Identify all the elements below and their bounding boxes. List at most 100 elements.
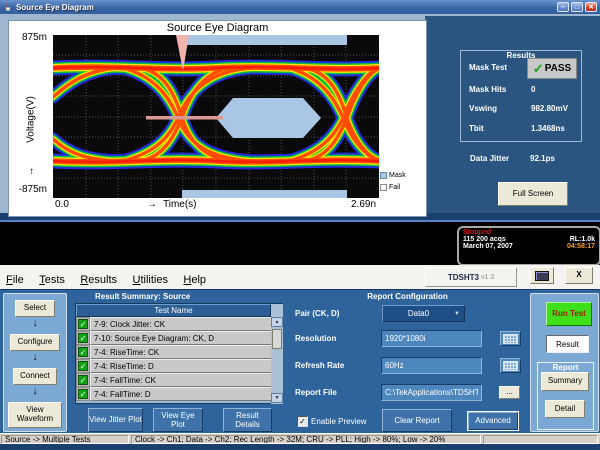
java-app-icon [3, 2, 13, 12]
table-row[interactable]: ✓ 7-10: Source Eye Diagram: CK, D [76, 331, 272, 345]
check-icon: ✓ [78, 375, 88, 385]
plot-window-titlebar[interactable]: Source Eye Diagram – □ ✕ [0, 0, 600, 14]
x-axis-title: Time(s) [163, 199, 197, 210]
menu-file[interactable]: File [6, 274, 24, 286]
test-name-column-header: Test Name [76, 304, 271, 317]
row-pass-checkbox: ✓ [76, 373, 90, 387]
x-axis-direction-icon: → [147, 199, 157, 210]
result-button[interactable]: Result [546, 335, 589, 353]
refresh-rate-keypad-button[interactable] [500, 358, 521, 373]
window-switch-button[interactable] [530, 267, 554, 284]
mask-legend-label: Mask [389, 172, 406, 179]
vswing-value: 982.80mV [531, 104, 568, 113]
scroll-up-icon[interactable]: ▲ [271, 317, 283, 327]
table-row[interactable]: ✓ 7-4: FallTime: D [76, 387, 272, 401]
test-name-cell: 7-10: Source Eye Diagram: CK, D [90, 331, 272, 345]
table-row[interactable]: ✓ 7-4: RiseTime: D [76, 359, 272, 373]
legend-fail-item: Fail [380, 184, 400, 191]
configure-button[interactable]: Configure [10, 334, 60, 351]
status-configuration: Clock -> Ch1; Data -> Ch2; Rec Length ->… [131, 435, 481, 444]
summary-button[interactable]: Summary [541, 372, 589, 391]
status-spare-section [483, 435, 598, 444]
result-summary-table: Test Name ✓ 7-9: Clock Jitter: CK ✓ 7-10… [75, 303, 283, 404]
scrollbar-thumb[interactable] [272, 329, 282, 349]
tbit-label: Tbit [469, 124, 484, 133]
advanced-button[interactable]: Advanced [468, 412, 518, 430]
mask-test-label: Mask Test [469, 63, 507, 72]
window-switch-icon [535, 271, 549, 281]
result-summary-title: Result Summary: Source [95, 292, 190, 301]
chevron-down-icon: ▼ [454, 311, 460, 317]
pass-check-icon: ✓ [533, 61, 544, 77]
workflow-panel: Select ↓ Configure ↓ Connect ↓ View Wave… [3, 293, 67, 432]
app-version: v1.3 [481, 274, 494, 281]
close-icon[interactable]: ✕ [585, 2, 597, 12]
status-selection: Source -> Multiple Tests [1, 435, 129, 444]
menu-results[interactable]: Results [80, 274, 117, 286]
resolution-input[interactable] [381, 330, 482, 347]
x-axis-min-label: 0.0 [55, 199, 69, 210]
flow-arrow-icon: ↓ [29, 319, 41, 329]
view-waveform-button[interactable]: View Waveform [8, 402, 62, 428]
report-file-input[interactable] [381, 384, 482, 401]
report-config-title: Report Configuration [300, 292, 515, 301]
resolution-keypad-button[interactable] [500, 331, 521, 346]
clear-report-button[interactable]: Clear Report [382, 409, 452, 432]
x-axis-max-label: 2.69n [351, 199, 376, 210]
mask-test-pass-badge: ✓ PASS [527, 58, 577, 79]
acquisition-time: 04:58:17 [567, 243, 595, 250]
test-name-cell: 7-9: Clock Jitter: CK [90, 317, 272, 331]
eye-diagram-canvas [53, 35, 379, 198]
results-groupbox: Results Mask Test ✓ PASS Mask Hits 0 Vsw… [460, 50, 582, 142]
enable-preview-checkbox[interactable]: ✓ [297, 416, 308, 427]
acquisition-status: Stopped [463, 229, 595, 236]
tbit-value: 1.3468ns [531, 124, 565, 133]
connect-button[interactable]: Connect [13, 368, 57, 385]
result-details-button[interactable]: Result Details [223, 408, 272, 432]
acquisition-date: March 07, 2007 [463, 243, 513, 250]
keypad-icon [503, 361, 518, 371]
table-row[interactable]: ✓ 7-4: RiseTime: CK [76, 345, 272, 359]
app-close-button[interactable]: X [565, 267, 593, 284]
pair-dropdown-value: Data0 [383, 309, 454, 318]
test-name-cell: 7-4: RiseTime: D [90, 359, 272, 373]
record-length: RL:1.0k [570, 236, 595, 243]
mask-legend-swatch [380, 172, 387, 179]
tdsht3-application: Source Eye Diagram – □ ✕ Source Eye Diag… [0, 0, 600, 450]
minimize-icon[interactable]: – [557, 2, 569, 12]
check-icon: ✓ [78, 389, 88, 399]
table-scrollbar[interactable]: ▲ ▼ [271, 304, 283, 404]
refresh-rate-input[interactable] [381, 357, 482, 374]
vswing-label: Vswing [469, 104, 497, 113]
select-button[interactable]: Select [15, 300, 55, 317]
window-title: Source Eye Diagram [16, 3, 94, 12]
view-eye-plot-button[interactable]: View Eye Plot [153, 408, 203, 432]
refresh-rate-label: Refresh Rate [295, 361, 344, 370]
test-name-cell: 7-4: FallTime: CK [90, 373, 272, 387]
menu-bar: File Tests Results Utilities Help TDSHT3… [0, 265, 600, 290]
flow-arrow-icon: ↓ [29, 353, 41, 363]
table-row[interactable]: ✓ 7-4: FallTime: CK [76, 373, 272, 387]
maximize-icon[interactable]: □ [571, 2, 583, 12]
pair-dropdown[interactable]: Data0 ▼ [382, 305, 465, 322]
table-row[interactable]: ✓ 7-9: Clock Jitter: CK [76, 317, 272, 331]
full-screen-button[interactable]: Full Screen [498, 182, 568, 206]
actions-panel: Run Test Result Report Summary Detail [530, 293, 599, 432]
scroll-down-icon[interactable]: ▼ [271, 393, 283, 403]
row-pass-checkbox: ✓ [76, 387, 90, 401]
resolution-label: Resolution [295, 334, 336, 343]
menu-utilities[interactable]: Utilities [133, 274, 168, 286]
control-panel: Select ↓ Configure ↓ Connect ↓ View Wave… [0, 289, 600, 433]
menu-help[interactable]: Help [183, 274, 206, 286]
run-test-button[interactable]: Run Test [546, 302, 592, 326]
row-pass-checkbox: ✓ [76, 317, 90, 331]
check-icon: ✓ [78, 347, 88, 357]
browse-button[interactable]: ... [499, 386, 520, 399]
flow-arrow-icon: ↓ [29, 387, 41, 397]
report-file-label: Report File [295, 388, 337, 397]
menu-tests[interactable]: Tests [39, 274, 65, 286]
detail-button[interactable]: Detail [545, 400, 585, 418]
view-jitter-plot-button[interactable]: View Jitter Plot [88, 408, 143, 432]
row-pass-checkbox: ✓ [76, 331, 90, 345]
mask-hits-value: 0 [531, 85, 535, 94]
